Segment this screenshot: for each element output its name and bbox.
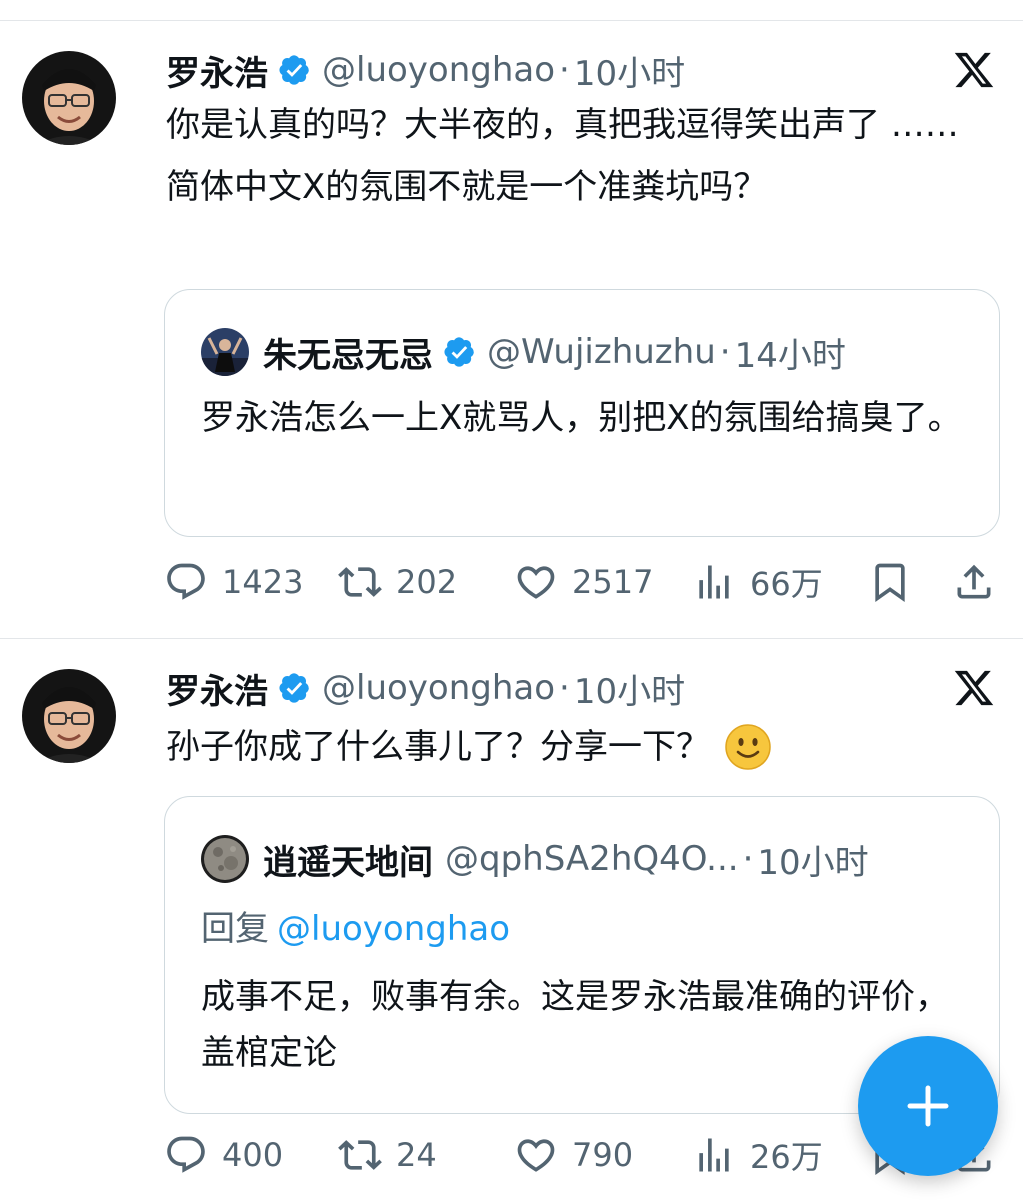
verified-badge-icon bbox=[279, 673, 309, 703]
reply-prefix: 回复 bbox=[201, 909, 269, 949]
quoted-tweet-header: 朱无忌无忌 @Wujizhuzhu · 14小时 bbox=[201, 326, 846, 378]
quoted-tweet-time: 14小时 bbox=[734, 335, 846, 376]
tweet[interactable]: 罗永浩 @luoyonghao · 10小时 你是认真的吗？大半夜的，真把我逗得… bbox=[0, 21, 1023, 638]
author-handle[interactable]: @luoyonghao bbox=[322, 50, 555, 90]
compose-plus-icon bbox=[907, 1085, 949, 1127]
tweet-text-row: 孙子你成了什么事儿了？分享一下？ bbox=[166, 716, 996, 778]
quoted-author-handle[interactable]: @qphSA2hQ4O... bbox=[445, 839, 739, 879]
author-handle[interactable]: @luoyonghao bbox=[322, 668, 555, 708]
share-button[interactable] bbox=[952, 557, 996, 607]
author-name[interactable]: 罗永浩 bbox=[166, 46, 268, 95]
retweet-count: 202 bbox=[396, 563, 458, 601]
share-icon bbox=[957, 564, 991, 599]
views-button[interactable]: 26万 bbox=[692, 1130, 823, 1180]
author-name[interactable]: 罗永浩 bbox=[166, 664, 268, 713]
separator-dot: · bbox=[559, 50, 570, 90]
reply-mention-link[interactable]: @luoyonghao bbox=[277, 909, 510, 949]
like-count: 2517 bbox=[572, 563, 654, 601]
views-count: 26万 bbox=[750, 1138, 823, 1176]
reply-button[interactable]: 400 bbox=[164, 1130, 283, 1180]
retweet-button[interactable]: 24 bbox=[338, 1130, 437, 1180]
like-button[interactable]: 790 bbox=[514, 1130, 633, 1180]
tweet-header: 罗永浩 @luoyonghao · 10小时 bbox=[166, 664, 685, 713]
separator-dot: · bbox=[742, 839, 754, 879]
verified-badge-icon bbox=[444, 337, 474, 367]
author-avatar[interactable] bbox=[22, 669, 116, 763]
tweet-header: 罗永浩 @luoyonghao · 10小时 bbox=[166, 46, 685, 95]
retweet-count: 24 bbox=[396, 1136, 437, 1174]
x-logo-icon bbox=[954, 670, 994, 706]
quoted-author-name[interactable]: 朱无忌无忌 bbox=[263, 328, 433, 377]
quoted-author-avatar[interactable] bbox=[201, 835, 249, 883]
quoted-tweet-header: 逍遥天地间 @qphSA2hQ4O... · 10小时 bbox=[201, 833, 869, 885]
views-icon bbox=[699, 1138, 729, 1172]
reply-count: 1423 bbox=[222, 563, 304, 601]
views-button[interactable]: 66万 bbox=[692, 557, 823, 607]
quoted-author-name[interactable]: 逍遥天地间 bbox=[263, 835, 433, 884]
quoted-tweet-text: 罗永浩怎么一上X就骂人，别把X的氛围给搞臭了。 bbox=[201, 398, 962, 438]
reply-count: 400 bbox=[222, 1136, 284, 1174]
compose-button[interactable] bbox=[858, 1036, 998, 1176]
quoted-author-avatar[interactable] bbox=[201, 328, 249, 376]
tweet-actions: 1423 202 2517 66万 bbox=[164, 557, 1000, 607]
x-logo-icon bbox=[954, 52, 994, 88]
bookmark-button[interactable] bbox=[868, 557, 912, 607]
author-avatar[interactable] bbox=[22, 51, 116, 145]
tweet-text: 你是认真的吗？大半夜的，真把我逗得笑出声了 …… 简体中文X的氛围不就是一个准粪… bbox=[166, 105, 959, 207]
retweet-button[interactable]: 202 bbox=[338, 557, 457, 607]
reply-context: 回复 @luoyonghao bbox=[201, 901, 510, 950]
tweet-text: 孙子你成了什么事儿了？分享一下？ bbox=[166, 727, 710, 767]
reply-icon bbox=[167, 1136, 205, 1173]
bookmark-icon bbox=[875, 563, 905, 603]
retweet-icon bbox=[338, 1140, 382, 1170]
separator-dot: · bbox=[559, 668, 570, 708]
like-icon bbox=[517, 566, 555, 599]
quoted-tweet-text: 成事不足，败事有余。这是罗永浩最准确的评价，盖棺定论 bbox=[201, 977, 949, 1073]
smile-emoji bbox=[725, 724, 771, 770]
quoted-tweet[interactable]: 朱无忌无忌 @Wujizhuzhu · 14小时 罗永浩怎么一上X就骂人，别把X… bbox=[164, 289, 1000, 537]
tweet-time[interactable]: 10小时 bbox=[574, 664, 685, 713]
tweet-time[interactable]: 10小时 bbox=[574, 46, 685, 95]
like-icon bbox=[517, 1139, 555, 1172]
reply-icon bbox=[167, 563, 205, 600]
views-icon bbox=[699, 565, 729, 599]
quoted-author-handle[interactable]: @Wujizhuzhu bbox=[487, 332, 716, 372]
like-count: 790 bbox=[572, 1136, 634, 1174]
views-count: 66万 bbox=[750, 565, 823, 603]
reply-button[interactable]: 1423 bbox=[164, 557, 303, 607]
separator-dot: · bbox=[719, 332, 731, 372]
quoted-tweet-time: 10小时 bbox=[757, 842, 869, 883]
verified-badge-icon bbox=[279, 55, 309, 85]
retweet-icon bbox=[338, 567, 382, 597]
like-button[interactable]: 2517 bbox=[514, 557, 653, 607]
